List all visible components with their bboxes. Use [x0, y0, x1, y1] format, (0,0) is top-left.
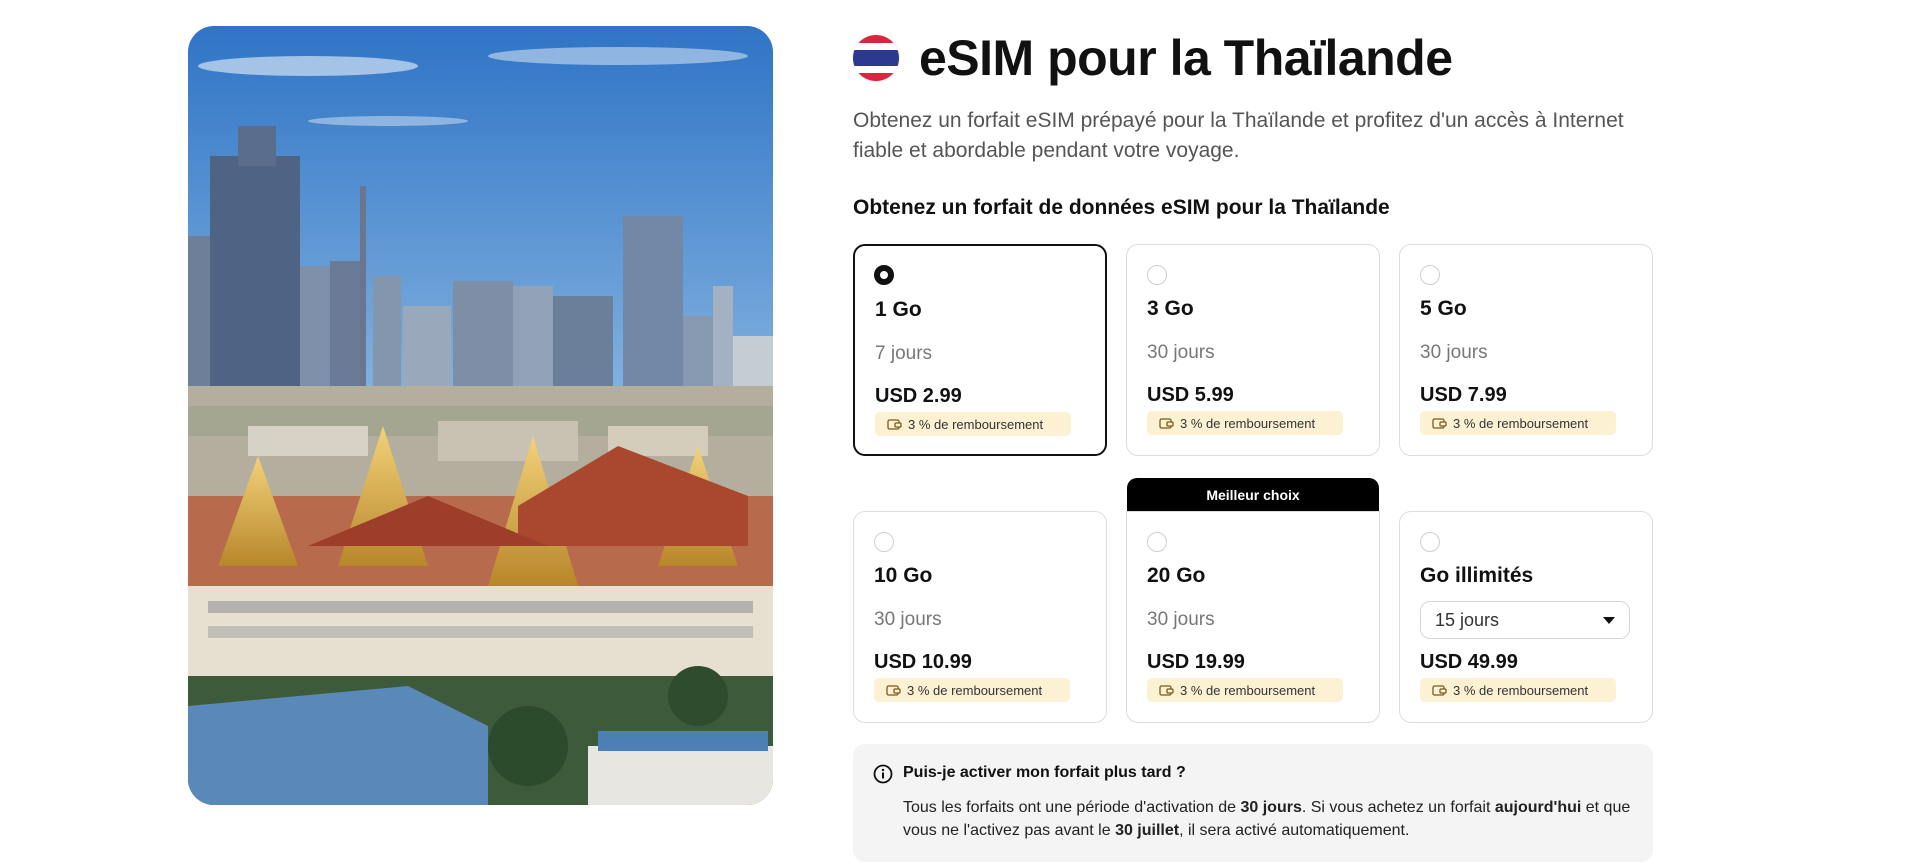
thailand-flag-icon	[853, 35, 899, 81]
plan-card-unlimited[interactable]: Go illimités 15 jours USD 49.99 3 % de r…	[1399, 511, 1653, 723]
plan-radio[interactable]	[874, 532, 894, 552]
plan-radio[interactable]	[1420, 265, 1440, 285]
cashback-badge: 3 % de remboursement	[1420, 678, 1616, 702]
plan-size: 5 Go	[1420, 297, 1467, 320]
best-choice-badge: Meilleur choix	[1127, 478, 1379, 512]
section-heading: Obtenez un forfait de données eSIM pour …	[853, 196, 1390, 219]
info-title: Puis-je activer mon forfait plus tard ?	[903, 764, 1186, 781]
plan-size: 1 Go	[875, 298, 922, 321]
plan-grid: 1 Go 7 jours USD 2.99 3 % de rembourseme…	[853, 244, 1653, 724]
plan-radio[interactable]	[1147, 265, 1167, 285]
plan-card-10go[interactable]: 10 Go 30 jours USD 10.99 3 % de rembours…	[853, 511, 1107, 723]
plan-card-5go[interactable]: 5 Go 30 jours USD 7.99 3 % de remboursem…	[1399, 244, 1653, 456]
plan-duration: 30 jours	[1147, 609, 1215, 630]
plan-radio[interactable]	[1420, 532, 1440, 552]
content-column: eSIM pour la Thaïlande Obtenez un forfai…	[853, 26, 1653, 862]
wallet-icon	[1432, 417, 1447, 430]
plan-duration: 7 jours	[875, 343, 933, 364]
wallet-icon	[886, 684, 901, 697]
wallet-icon	[1159, 684, 1174, 697]
cashback-badge: 3 % de remboursement	[1147, 678, 1343, 702]
plan-price: USD 2.99	[875, 385, 962, 407]
page-subtitle: Obtenez un forfait eSIM prépayé pour la …	[853, 109, 1624, 162]
plan-price: USD 49.99	[1420, 651, 1518, 673]
cashback-badge: 3 % de remboursement	[1420, 411, 1616, 435]
cashback-label: 3 % de remboursement	[907, 682, 1043, 698]
hero-image-bangkok	[188, 26, 773, 805]
plan-card-20go[interactable]: 20 Go 30 jours USD 19.99 3 % de rembours…	[1126, 511, 1380, 723]
plan-size: 20 Go	[1147, 564, 1206, 587]
plan-radio[interactable]	[1147, 532, 1167, 552]
info-icon	[873, 764, 893, 789]
plan-price: USD 7.99	[1420, 384, 1507, 406]
cashback-label: 3 % de remboursement	[1453, 682, 1589, 698]
plan-duration: 30 jours	[874, 609, 942, 630]
cashback-label: 3 % de remboursement	[1453, 415, 1589, 431]
plan-card-3go[interactable]: 3 Go 30 jours USD 5.99 3 % de remboursem…	[1126, 244, 1380, 456]
duration-select-value: 15 jours	[1435, 609, 1500, 630]
cashback-label: 3 % de remboursement	[1180, 682, 1316, 698]
plan-price: USD 10.99	[874, 651, 972, 673]
cashback-badge: 3 % de remboursement	[874, 678, 1070, 702]
plan-size: 3 Go	[1147, 297, 1194, 320]
chevron-down-icon	[1603, 616, 1615, 624]
wallet-icon	[887, 418, 902, 431]
plan-size: 10 Go	[874, 564, 933, 587]
cashback-badge: 3 % de remboursement	[875, 412, 1071, 436]
plan-duration: 30 jours	[1147, 342, 1215, 363]
plan-card-1go[interactable]: 1 Go 7 jours USD 2.99 3 % de rembourseme…	[853, 244, 1107, 456]
plan-price: USD 5.99	[1147, 384, 1234, 406]
cashback-label: 3 % de remboursement	[908, 416, 1044, 432]
title-row: eSIM pour la Thaïlande	[853, 26, 1653, 90]
plan-duration: 30 jours	[1420, 342, 1488, 363]
page-title: eSIM pour la Thaïlande	[919, 30, 1453, 86]
activation-info-box: Puis-je activer mon forfait plus tard ? …	[853, 744, 1653, 862]
cashback-badge: 3 % de remboursement	[1147, 411, 1343, 435]
plan-radio-selected[interactable]	[874, 265, 894, 285]
wallet-icon	[1432, 684, 1447, 697]
cashback-label: 3 % de remboursement	[1180, 415, 1316, 431]
wallet-icon	[1159, 417, 1174, 430]
duration-select[interactable]: 15 jours	[1420, 601, 1630, 639]
plan-size: Go illimités	[1420, 564, 1534, 587]
info-text: Tous les forfaits ont une période d'acti…	[903, 799, 1631, 839]
plan-price: USD 19.99	[1147, 651, 1245, 673]
